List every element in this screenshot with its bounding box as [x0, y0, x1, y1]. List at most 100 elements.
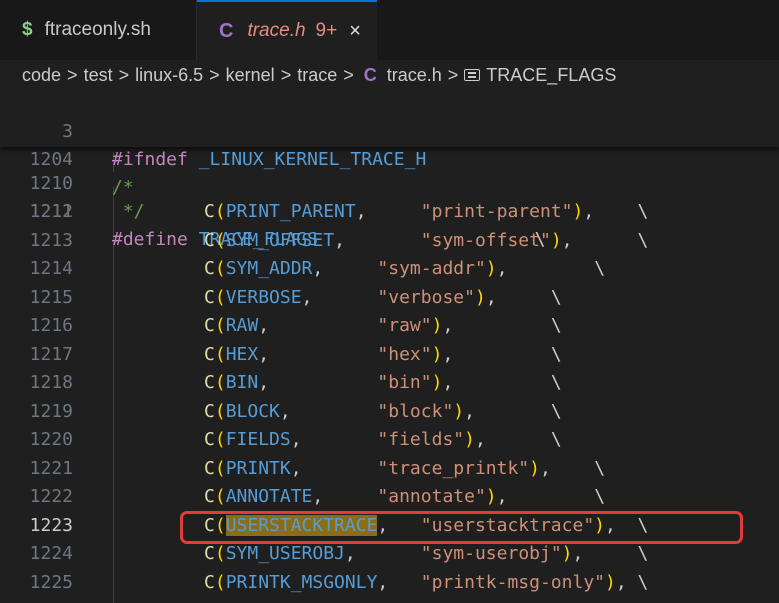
comma: ,	[290, 429, 302, 450]
line-continuation: \	[637, 201, 649, 222]
breadcrumb-item-trace[interactable]: trace	[297, 65, 337, 86]
macro-call: C	[204, 486, 215, 507]
paren-close: )	[529, 457, 540, 479]
code-line: 1214 C(SYM_ADDR, "sym-addr"), \	[0, 255, 779, 283]
tab-trace-h[interactable]: C trace.h 9+ ×	[197, 0, 377, 60]
line-number: 1204	[29, 149, 73, 170]
padding	[486, 429, 551, 450]
line-number: 1217	[29, 343, 73, 365]
line-number: 1225	[29, 571, 73, 593]
macro-call: C	[204, 286, 215, 308]
chevron-right-icon: >	[343, 64, 354, 85]
tab-bar: $ ftraceonly.sh C trace.h 9+ ×	[0, 0, 779, 61]
paren-open: (	[214, 315, 226, 336]
comma: ,	[442, 372, 454, 393]
code-line: 1222 C(ANNOTATE, "annotate"), \	[0, 483, 779, 511]
code-line: 1224 C(SYM_USEROBJ, "sym-userobj"), \	[0, 540, 779, 568]
shell-script-icon: $	[22, 19, 33, 40]
padding	[453, 344, 551, 365]
preprocessor-directive: #ifndef	[112, 149, 188, 170]
paren-open: (	[214, 229, 226, 251]
padding	[302, 429, 378, 450]
line-number: 1220	[29, 429, 73, 450]
paren-close: )	[431, 343, 443, 365]
chevron-right-icon: >	[67, 64, 78, 85]
annotation-highlight-box	[180, 511, 743, 544]
code-line: 1225 C(PRINTK_MSGONLY, "printk-msg-only")…	[0, 569, 779, 597]
padding	[356, 543, 421, 564]
paren-open: (	[214, 201, 226, 222]
line-number: 1213	[29, 229, 73, 251]
padding	[345, 230, 421, 251]
flag-string: "annotate"	[377, 486, 486, 507]
breadcrumb-item-code[interactable]: code	[22, 65, 61, 86]
padding	[583, 543, 637, 564]
c-file-icon: C	[219, 19, 234, 42]
close-icon[interactable]: ×	[349, 20, 361, 43]
paren-open: (	[214, 543, 226, 564]
macro-call: C	[204, 429, 215, 450]
comma: ,	[334, 229, 345, 251]
symbol-constant-icon	[464, 69, 481, 81]
comma: ,	[496, 486, 508, 507]
padding	[573, 230, 638, 251]
macro-call: C	[204, 457, 215, 479]
paren-open: (	[214, 571, 226, 593]
line-continuation: \	[550, 429, 562, 450]
paren-close: )	[550, 229, 562, 251]
sticky-line[interactable]: 3 #ifndef _LINUX_KERNEL_TRACE_H	[0, 90, 779, 170]
paren-close: )	[572, 201, 584, 222]
tab-ftraceonly-sh[interactable]: $ ftraceonly.sh	[0, 0, 197, 60]
comma: ,	[539, 457, 551, 479]
breadcrumb-item-file[interactable]: trace.h	[387, 65, 442, 86]
macro-call: C	[204, 571, 215, 593]
breadcrumb-item-symbol[interactable]: TRACE_FLAGS	[486, 65, 616, 86]
macro-call: C	[204, 315, 215, 336]
line-continuation: \	[550, 343, 562, 365]
paren-open: (	[214, 286, 226, 308]
padding	[507, 258, 594, 279]
flag-name: HEX	[225, 343, 259, 365]
code-line: 1218 C(BIN, "bin"), \	[0, 369, 779, 397]
comma: ,	[290, 457, 302, 479]
comma: ,	[474, 429, 486, 450]
paren-close: )	[453, 400, 465, 422]
flag-name: SYM_OFFSET	[225, 229, 335, 251]
macro-call: C	[204, 201, 215, 222]
flag-string: "printk-msg-only"	[420, 571, 605, 593]
line-number: 1216	[29, 315, 73, 336]
comma: ,	[355, 201, 367, 222]
comma: ,	[583, 201, 595, 222]
chevron-right-icon: >	[209, 64, 220, 85]
paren-close: )	[605, 571, 616, 593]
paren-close: )	[561, 543, 573, 564]
padding	[453, 372, 551, 393]
code-line: 1217 C(HEX, "hex"), \	[0, 341, 779, 369]
comma: ,	[442, 343, 454, 365]
code-line: 1213 C(SYM_OFFSET, "sym-offset"), \	[0, 227, 779, 255]
flag-string: "fields"	[377, 429, 465, 450]
sticky-scroll-header[interactable]: 3 #ifndef _LINUX_KERNEL_TRACE_H 1204 /*	[0, 90, 779, 198]
line-number: 1222	[29, 486, 73, 507]
flag-name: BIN	[225, 372, 259, 393]
paren-open: (	[214, 457, 226, 479]
padding	[551, 458, 594, 479]
breadcrumb-item-test[interactable]: test	[84, 65, 113, 86]
paren-close: )	[485, 486, 497, 507]
padding	[269, 315, 377, 336]
paren-open: (	[214, 486, 226, 507]
padding	[388, 572, 421, 593]
breadcrumb-item-kernel[interactable]: kernel	[226, 65, 275, 86]
padding	[312, 287, 377, 308]
sticky-line[interactable]: 1204 /*	[0, 118, 779, 198]
chevron-right-icon: >	[118, 64, 130, 85]
padding	[453, 315, 551, 336]
code-line: 1212 C(PRINT_PARENT, "print-parent"), \	[0, 198, 779, 226]
code-line: 1219 C(BLOCK, "block"), \	[0, 398, 779, 426]
paren-open: (	[214, 429, 226, 450]
code-line: 1216 C(RAW, "raw"), \	[0, 312, 779, 340]
flag-name: FIELDS	[225, 429, 291, 450]
padding	[497, 287, 551, 308]
flag-string: "sym-offset"	[420, 229, 551, 251]
breadcrumb-item-linux[interactable]: linux-6.5	[135, 65, 203, 86]
